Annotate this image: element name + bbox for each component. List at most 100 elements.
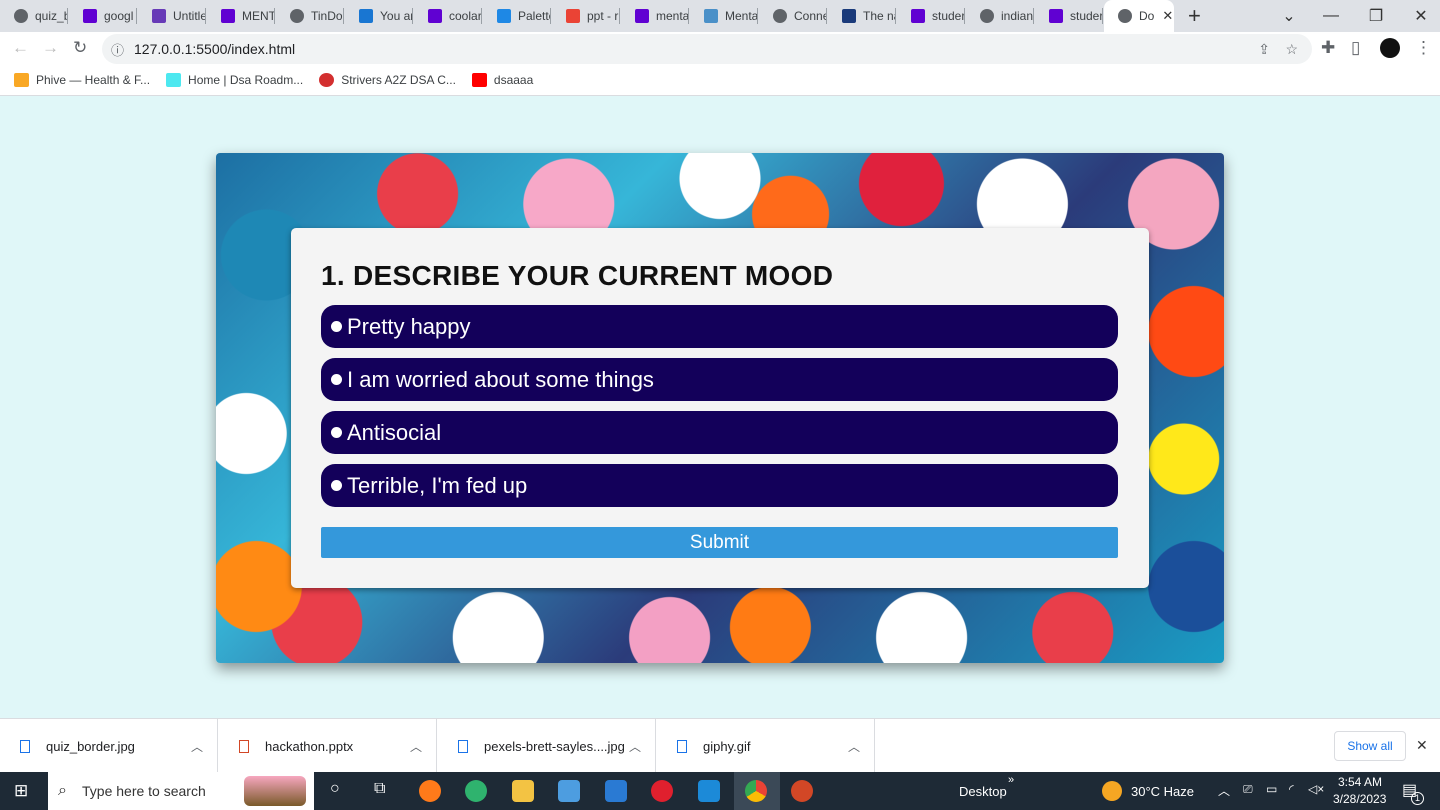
tab-search-button[interactable]: ⌄: [1266, 0, 1312, 32]
wifi-icon[interactable]: ◜: [1289, 782, 1294, 796]
close-window-button[interactable]: ✕: [1398, 0, 1440, 32]
forms-icon: [152, 9, 166, 23]
tray-chevron-icon[interactable]: ︿: [1218, 782, 1230, 799]
mail-icon[interactable]: [605, 780, 627, 802]
tab-2[interactable]: Untitle: [138, 0, 207, 32]
bullet-icon: [331, 374, 342, 385]
menu-icon[interactable]: ⋮: [1415, 38, 1432, 58]
minimize-button[interactable]: —: [1308, 0, 1354, 32]
yahoo-icon: [221, 9, 235, 23]
download-item[interactable]: quiz_border.jpg ︿: [0, 719, 218, 773]
option-button[interactable]: Pretty happy: [321, 305, 1118, 348]
download-item[interactable]: pexels-brett-sayles....jpg ︿: [438, 719, 656, 773]
battery-icon[interactable]: ▭: [1266, 782, 1277, 796]
taskbar-search[interactable]: ⌕ Type here to search: [48, 772, 314, 810]
download-item[interactable]: giphy.gif ︿: [657, 719, 875, 773]
tab-title: studer: [1070, 9, 1104, 23]
tab-4[interactable]: TinDo: [276, 0, 345, 32]
chrome-icon[interactable]: [745, 780, 767, 802]
tab-16[interactable]: Do ✕: [1104, 0, 1174, 32]
forward-icon[interactable]: →: [42, 38, 59, 58]
tab-5[interactable]: You ar: [345, 0, 414, 32]
powerpoint-icon[interactable]: [791, 780, 813, 802]
download-filename: pexels-brett-sayles....jpg: [484, 738, 625, 754]
download-item[interactable]: hackathon.pptx ︿: [219, 719, 437, 773]
profile-avatar[interactable]: [1380, 38, 1400, 58]
clock-time[interactable]: 3:54 AM: [1338, 775, 1382, 789]
tab-13[interactable]: studer: [897, 0, 966, 32]
question-title: 1. DESCRIBE YOUR CURRENT MOOD: [321, 260, 834, 291]
yahoo-icon: [911, 9, 925, 23]
windows-start-icon[interactable]: ⊞: [14, 781, 28, 801]
bullet-icon: [331, 480, 342, 491]
desktop-toolbar-label[interactable]: Desktop: [959, 784, 1007, 799]
bookmark-item[interactable]: Strivers A2Z DSA C...: [319, 72, 456, 87]
reload-icon[interactable]: ↻: [73, 38, 87, 58]
tab-14[interactable]: indian: [966, 0, 1035, 32]
toolbar: ⓘ 127.0.0.1:5500/index.html ⇪ ☆: [0, 32, 1440, 64]
option-label: I am worried about some things: [347, 366, 654, 392]
bookmark-item[interactable]: Home | Dsa Roadm...: [166, 72, 303, 87]
taskbar: ⊞ ⌕ Type here to search ○ ⧉ Desktop » 30…: [0, 772, 1440, 810]
meet-icon[interactable]: ⎚: [1243, 782, 1253, 797]
info-icon[interactable]: ⓘ: [111, 40, 124, 59]
chevron-double-icon[interactable]: »: [1008, 774, 1014, 786]
tuf-icon: [319, 72, 335, 87]
tab-3[interactable]: MENT: [207, 0, 276, 32]
weather-text[interactable]: 30°C Haze: [1131, 784, 1194, 799]
close-downloads-icon[interactable]: ✕: [1416, 737, 1428, 754]
option-button[interactable]: Antisocial: [321, 411, 1118, 454]
bookmark-item[interactable]: dsaaaa: [471, 72, 533, 87]
share-icon[interactable]: ⇪: [1258, 41, 1270, 58]
tab-15[interactable]: studer: [1035, 0, 1104, 32]
tab-6[interactable]: coolar: [414, 0, 483, 32]
edge-icon[interactable]: [465, 780, 487, 802]
option-label: Pretty happy: [347, 313, 471, 339]
tab-10[interactable]: Menta: [690, 0, 759, 32]
url-text: 127.0.0.1:5500/index.html: [134, 41, 296, 57]
clock-date[interactable]: 3/28/2023: [1333, 792, 1386, 806]
s-icon: [359, 9, 373, 23]
show-all-button[interactable]: Show all: [1334, 731, 1406, 761]
tab-title: Do: [1139, 9, 1155, 23]
tab-12[interactable]: The na: [828, 0, 897, 32]
task-view-icon[interactable]: ⧉: [374, 780, 385, 798]
maximize-button[interactable]: ❐: [1353, 0, 1399, 32]
store-icon[interactable]: [558, 780, 580, 802]
globe-icon: [290, 9, 304, 23]
phive-icon: [14, 72, 29, 87]
side-panel-icon[interactable]: ▯: [1351, 38, 1360, 58]
chevron-up-icon[interactable]: ︿: [848, 738, 860, 755]
volume-muted-icon[interactable]: ◁×: [1308, 782, 1324, 796]
back-icon[interactable]: ←: [12, 38, 29, 58]
tab-7[interactable]: Palette: [483, 0, 552, 32]
yahoo-icon: [1049, 9, 1063, 23]
option-button[interactable]: I am worried about some things: [321, 358, 1118, 401]
option-button[interactable]: Terrible, I'm fed up: [321, 464, 1118, 507]
chevron-up-icon[interactable]: ︿: [629, 738, 641, 755]
extensions-icon[interactable]: ✚: [1321, 38, 1335, 58]
tab-1[interactable]: googl: [69, 0, 138, 32]
submit-button[interactable]: Submit: [321, 527, 1118, 558]
close-tab-icon[interactable]: ✕: [1162, 8, 1173, 24]
c-icon: [497, 9, 511, 23]
tab-8[interactable]: ppt - r: [552, 0, 621, 32]
bookmarks-bar: Phive — Health & F... Home | Dsa Roadm...…: [0, 64, 1440, 96]
tab-title: The na: [863, 9, 897, 23]
tab-11[interactable]: Conne: [759, 0, 828, 32]
tab-9[interactable]: menta: [621, 0, 690, 32]
chevron-up-icon[interactable]: ︿: [410, 738, 422, 755]
bookmark-star-icon[interactable]: ☆: [1285, 41, 1298, 58]
vscode-icon[interactable]: [698, 780, 720, 802]
cortana-icon[interactable]: ○: [330, 780, 340, 798]
chevron-up-icon[interactable]: ︿: [191, 738, 203, 755]
address-bar[interactable]: ⓘ 127.0.0.1:5500/index.html ⇪ ☆: [102, 34, 1312, 64]
new-tab-button[interactable]: +: [1188, 3, 1201, 29]
tab-0[interactable]: quiz_b: [0, 0, 69, 32]
firefox-icon[interactable]: [419, 780, 441, 802]
bookmark-item[interactable]: Phive — Health & F...: [14, 72, 150, 87]
file-explorer-icon[interactable]: [512, 780, 534, 802]
opera-icon[interactable]: [651, 780, 673, 802]
download-filename: hackathon.pptx: [265, 738, 354, 754]
tab-title: menta: [656, 9, 690, 23]
